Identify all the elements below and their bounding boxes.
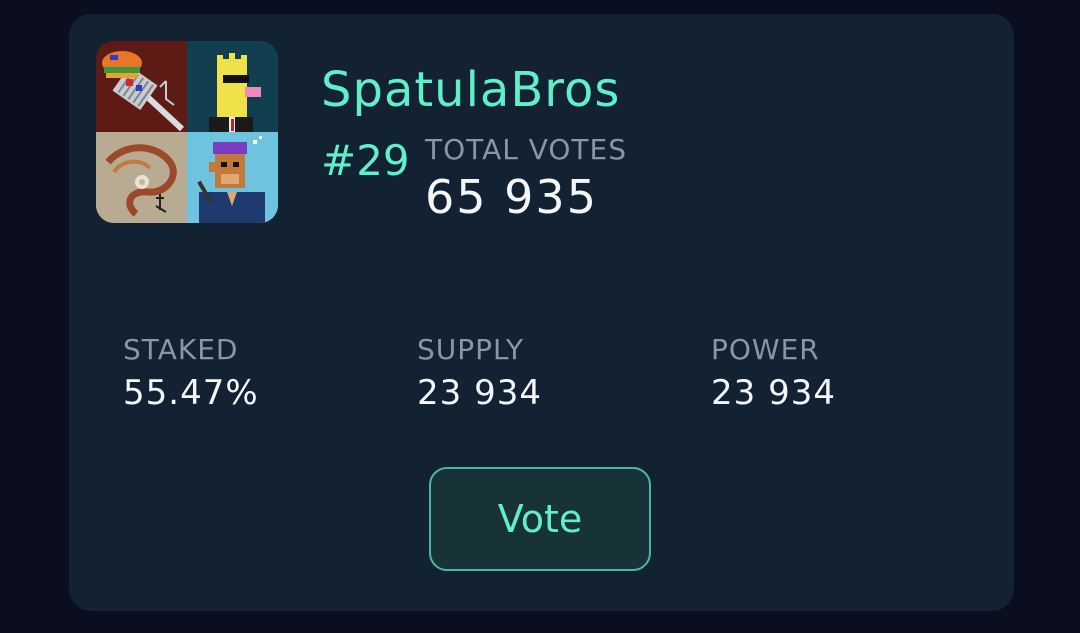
pixel-ninja-ape-icon bbox=[187, 132, 278, 223]
stat-label: SUPPLY bbox=[417, 333, 525, 366]
stat-value: 55.47% bbox=[123, 373, 259, 413]
project-rank: #29 bbox=[321, 136, 410, 185]
project-card: SpatulaBros #29 TOTAL VOTES 65 935 STAKE… bbox=[69, 14, 1014, 611]
stat-power: POWER 23 934 bbox=[711, 333, 836, 413]
pixel-duck-sunglasses-icon bbox=[187, 41, 278, 132]
vote-button[interactable]: Vote bbox=[429, 467, 651, 571]
stat-label: STAKED bbox=[123, 333, 239, 366]
stat-value: 23 934 bbox=[417, 373, 542, 413]
spatula-burger-icon bbox=[96, 41, 187, 132]
stat-staked: STAKED 55.47% bbox=[123, 333, 259, 413]
stat-value: 23 934 bbox=[711, 373, 836, 413]
project-name: SpatulaBros bbox=[321, 62, 621, 118]
stat-label: POWER bbox=[711, 333, 820, 366]
total-votes-label: TOTAL VOTES bbox=[425, 133, 627, 166]
dragon-scroll-icon bbox=[96, 132, 187, 223]
stat-supply: SUPPLY 23 934 bbox=[417, 333, 542, 413]
total-votes-value: 65 935 bbox=[425, 170, 598, 224]
project-avatar bbox=[96, 41, 278, 223]
